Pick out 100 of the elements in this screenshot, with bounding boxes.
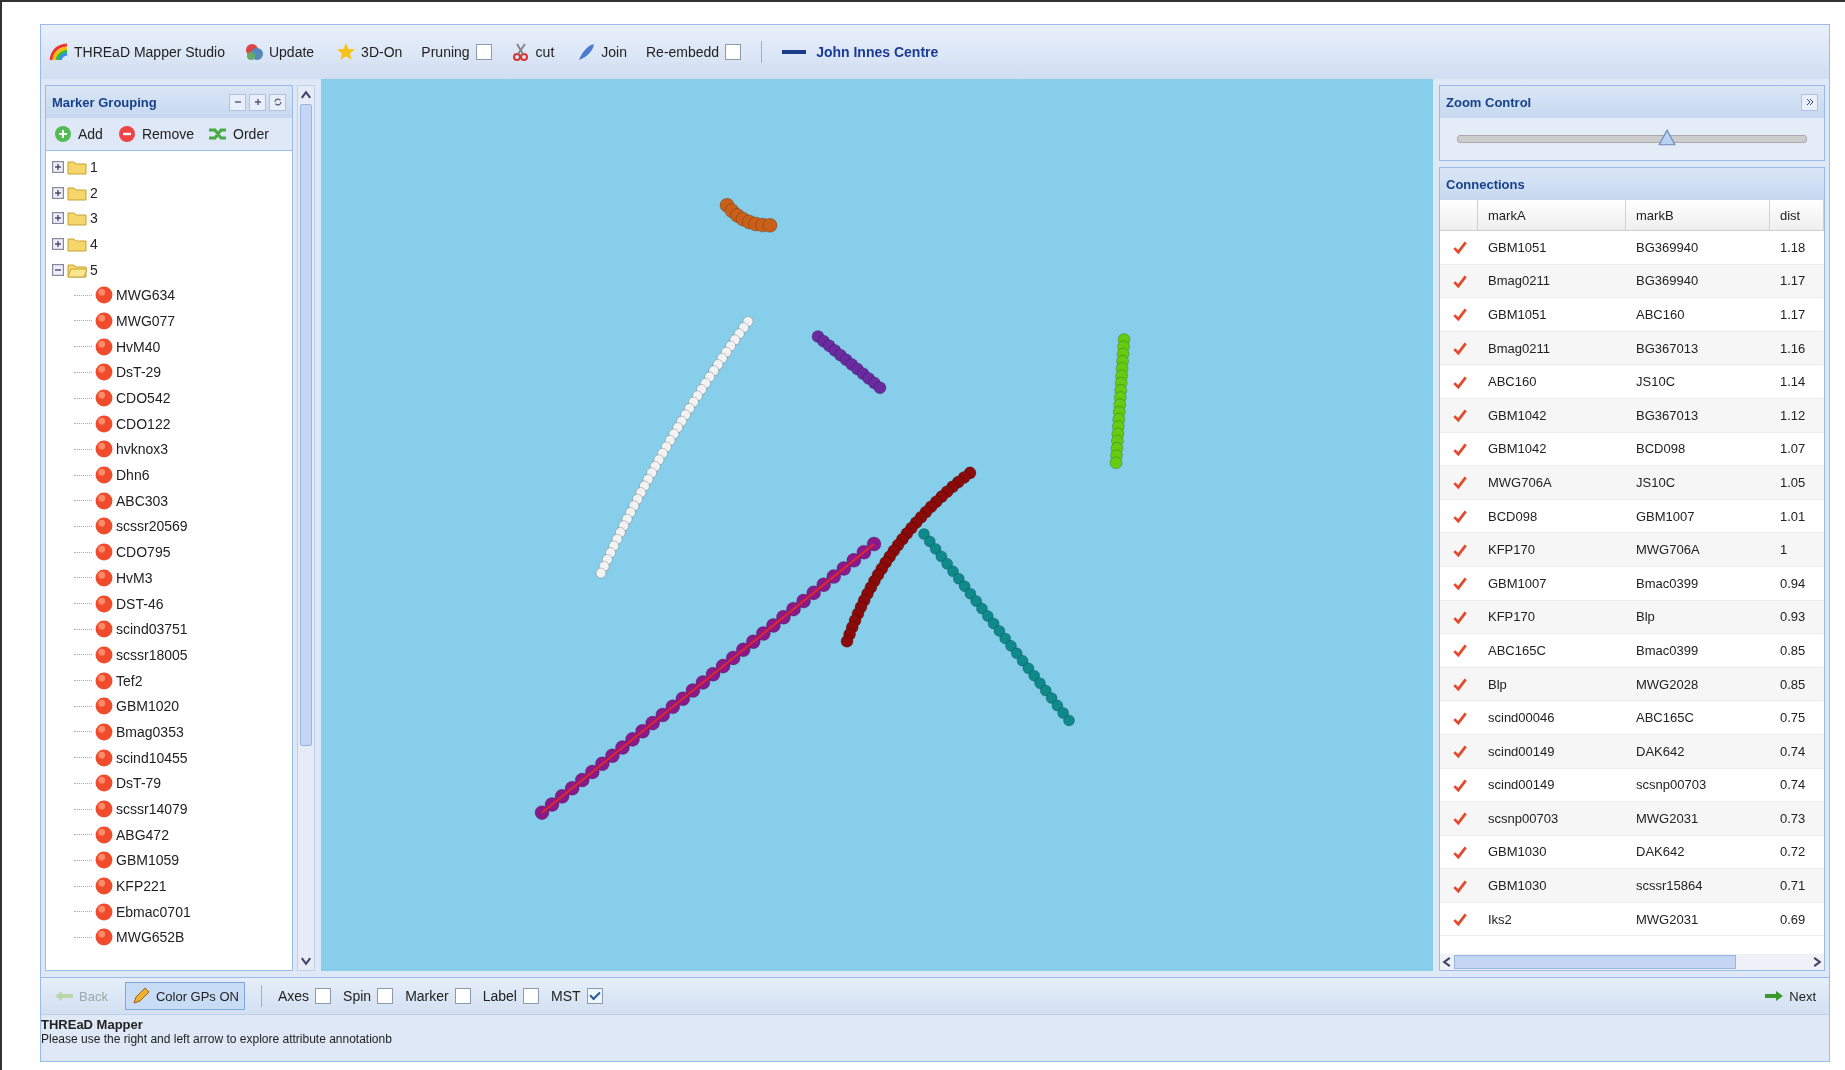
- action-button[interactable]: Remove: [113, 122, 198, 146]
- marker-label[interactable]: ABC303: [116, 492, 169, 509]
- institute-link[interactable]: John Innes Centre: [782, 44, 939, 60]
- checkbox-label: Re-embedd: [646, 44, 720, 60]
- table-cell-text: GBM1030: [1487, 878, 1548, 894]
- table-cell-text: MWG2031: [1635, 911, 1700, 927]
- marker-label[interactable]: GBM1020: [116, 698, 180, 715]
- table-cell-text: BCD098: [1487, 508, 1539, 524]
- marker-label[interactable]: Tef2: [116, 672, 143, 689]
- table-cell-text: ABC160: [1487, 374, 1538, 390]
- table-cell-text: GBM1042: [1487, 407, 1548, 423]
- marker-label[interactable]: Ebmac0701: [116, 903, 191, 920]
- checkbox-label: Marker: [405, 988, 449, 1004]
- marker-label[interactable]: GBM1059: [116, 852, 180, 869]
- table-cell-text: MWG2031: [1635, 810, 1700, 826]
- marker-label[interactable]: MWG634: [116, 287, 176, 304]
- marker-label[interactable]: ABG472: [116, 826, 169, 843]
- toolbar-button[interactable]: Join: [573, 40, 630, 64]
- toolbar-button[interactable]: 3D-On: [333, 40, 406, 64]
- table-cell-text: KFP170: [1487, 609, 1536, 625]
- table-cell-text: scsnp00703: [1635, 777, 1708, 793]
- table-cell-text: 1.16: [1779, 340, 1807, 356]
- table-cell-text: MWG706A: [1635, 542, 1701, 558]
- status-title: THREaD Mapper: [41, 1017, 144, 1032]
- marker-label[interactable]: DsT-29: [116, 364, 162, 381]
- column-header[interactable]: markB: [1626, 200, 1770, 230]
- table-cell-text: BG367013: [1635, 340, 1700, 356]
- table-cell-text: scind00149: [1487, 743, 1556, 759]
- action-button[interactable]: Add: [50, 122, 106, 146]
- table-cell-text: GBM1051: [1487, 307, 1548, 322]
- table-cell-text: Bmac0399: [1635, 642, 1700, 658]
- marker-label[interactable]: CDO122: [116, 415, 171, 432]
- panel-title: Marker Grouping: [52, 94, 157, 110]
- table-cell-text: Blp: [1635, 609, 1656, 625]
- marker-label[interactable]: scind10455: [116, 749, 188, 766]
- table-cell-text: Bmag0211: [1487, 273, 1551, 289]
- column-header[interactable]: dist: [1770, 200, 1824, 230]
- table-cell-text: 0.75: [1779, 710, 1807, 726]
- table-cell-text: 0.74: [1779, 777, 1807, 793]
- table-cell-text: 1.14: [1779, 374, 1807, 390]
- table-cell-text: 0.72: [1779, 844, 1807, 860]
- table-cell-text: Bmac0399: [1635, 575, 1700, 591]
- table-cell-text: 0.71: [1779, 878, 1807, 894]
- checkbox-label: Pruning: [421, 44, 470, 60]
- table-cell-text: GBM1051: [1487, 239, 1548, 255]
- group-label[interactable]: 4: [90, 235, 98, 252]
- marker-label[interactable]: hvknox3: [116, 441, 169, 458]
- marker-label[interactable]: KFP221: [116, 878, 167, 895]
- column-header[interactable]: markA: [1478, 200, 1626, 230]
- action-button[interactable]: Order: [205, 122, 272, 146]
- table-cell-text: 1.01: [1779, 508, 1807, 524]
- checkbox-label: MST: [550, 988, 581, 1004]
- panel-title: Connections: [1446, 176, 1525, 192]
- group-label[interactable]: 3: [90, 210, 98, 227]
- table-cell-text: 1.18: [1779, 239, 1807, 255]
- panel-title: Zoom Control: [1446, 94, 1532, 110]
- table-cell-text: DAK642: [1635, 743, 1686, 759]
- marker-label[interactable]: DST-46: [116, 595, 164, 612]
- checkbox-label: Spin: [343, 988, 372, 1004]
- table-cell-text: Iks2: [1487, 911, 1513, 927]
- table-cell-text: 0.94: [1779, 575, 1807, 591]
- marker-label[interactable]: Bmag0353: [116, 723, 184, 740]
- toolbar-button[interactable]: cut: [507, 40, 558, 64]
- table-cell-text: BG369940: [1635, 273, 1700, 289]
- marker-label[interactable]: scind03751: [116, 621, 188, 638]
- group-label[interactable]: 5: [90, 261, 98, 278]
- next-button[interactable]: Next: [1759, 983, 1821, 1009]
- marker-label[interactable]: scssr20569: [116, 518, 188, 535]
- table-cell-text: scsnp00703: [1487, 810, 1560, 826]
- table-cell-text: scssr15864: [1635, 878, 1704, 894]
- group-label[interactable]: 2: [90, 184, 98, 201]
- table-cell-text: 0.85: [1779, 676, 1807, 692]
- marker-label[interactable]: CDO795: [116, 544, 171, 561]
- table-cell-text: scind00046: [1487, 710, 1556, 726]
- table-cell-text: 0.93: [1779, 609, 1807, 625]
- table-cell-text: BG367013: [1635, 407, 1700, 423]
- marker-label[interactable]: DsT-79: [116, 775, 162, 792]
- marker-label[interactable]: HvM3: [116, 569, 153, 586]
- table-cell-text: Blp: [1487, 676, 1508, 692]
- table-cell-text: MWG2028: [1635, 676, 1700, 692]
- table-cell-text: 1.17: [1779, 307, 1807, 322]
- toggle-button[interactable]: Color GPs ON: [124, 982, 245, 1010]
- marker-label[interactable]: MWG077: [116, 312, 176, 329]
- marker-label[interactable]: Dhn6: [116, 467, 150, 484]
- checkbox-label: Label: [482, 988, 517, 1004]
- marker-label[interactable]: CDO542: [116, 390, 171, 407]
- marker-label[interactable]: scssr18005: [116, 646, 188, 663]
- marker-label[interactable]: scssr14079: [116, 801, 188, 818]
- table-cell-text: ABC160: [1635, 307, 1686, 322]
- table-cell-text: 1.07: [1779, 441, 1807, 457]
- table-cell-text: 1: [1779, 542, 1789, 558]
- marker-label[interactable]: MWG652B: [116, 929, 185, 946]
- group-label[interactable]: 1: [90, 158, 98, 175]
- toolbar-button[interactable]: Update: [240, 40, 318, 64]
- table-cell-text: 1.05: [1779, 474, 1807, 490]
- table-cell-text: 0.69: [1779, 911, 1807, 927]
- app-title: THREaD Mapper Studio: [49, 42, 225, 62]
- marker-label[interactable]: HvM40: [116, 338, 161, 355]
- table-cell-text: scind00149: [1487, 777, 1556, 793]
- table-cell-text: GBM1030: [1487, 844, 1548, 860]
